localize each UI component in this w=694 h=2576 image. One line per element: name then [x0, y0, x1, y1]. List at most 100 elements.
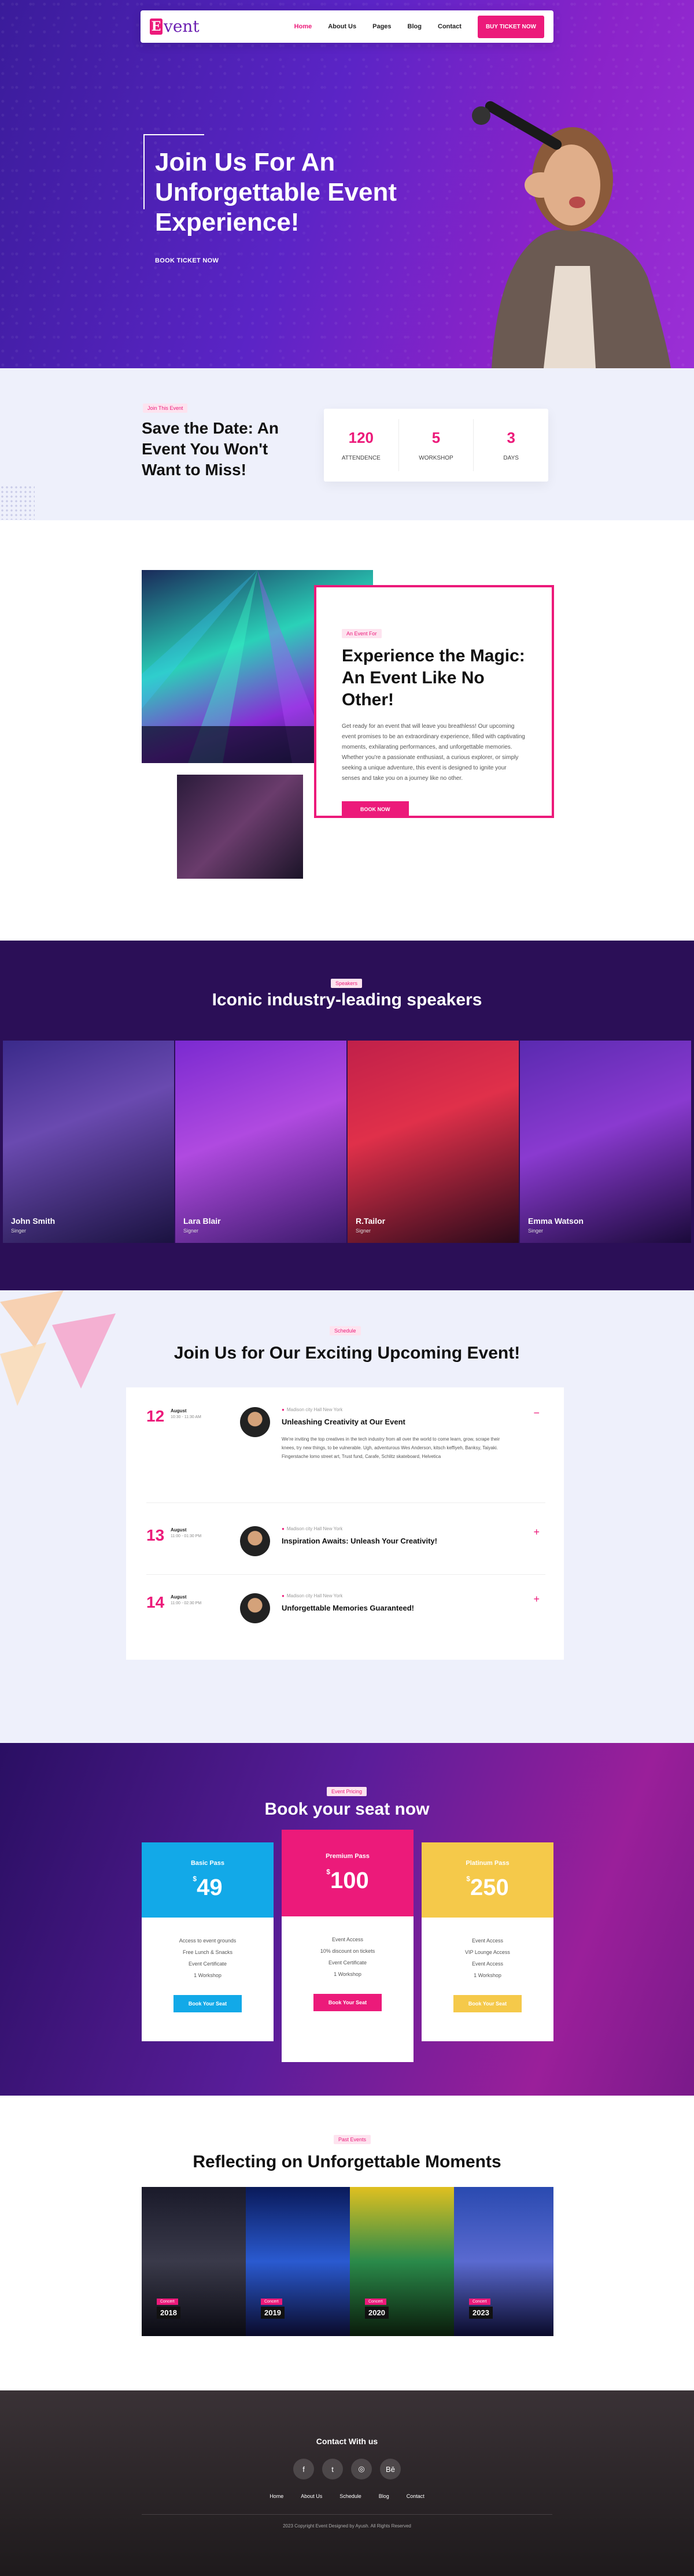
- schedule-item[interactable]: 12 August 10:30 - 11:30 AM Madison city …: [146, 1407, 545, 1503]
- speaker-card[interactable]: John Smith Singer: [3, 1041, 174, 1243]
- schedule-item[interactable]: 13 August 11:00 - 01:30 PM Madison city …: [146, 1526, 545, 1575]
- conference-image: [177, 775, 303, 879]
- book-now-button[interactable]: BOOK NOW: [342, 801, 409, 817]
- speaker-card[interactable]: Emma Watson Singer: [520, 1041, 691, 1243]
- gallery-year: 2018: [157, 2307, 180, 2319]
- speakers-title: Iconic industry-leading speakers: [212, 990, 482, 1009]
- plan-name: Basic Pass: [190, 1859, 225, 1867]
- speaker-role: Signer: [356, 1228, 371, 1234]
- gallery-year: 2019: [261, 2307, 285, 2319]
- speaker-card[interactable]: R.Tailor Signer: [348, 1041, 519, 1243]
- nav-about-us[interactable]: About Us: [328, 23, 356, 30]
- nav-blog[interactable]: Blog: [408, 23, 422, 30]
- price-amount: 100: [330, 1867, 369, 1893]
- schedule-item[interactable]: 14 August 11:00 - 02:30 PM Madison city …: [146, 1593, 545, 1642]
- dribbble-icon[interactable]: ◎: [351, 2459, 372, 2479]
- pricing-card-premium: Premium Pass $100 Event Access 10% disco…: [282, 1830, 414, 2062]
- footer-title: Contact With us: [316, 2437, 378, 2446]
- site-header: E vent Home About Us Pages Blog Contact …: [141, 10, 553, 43]
- plan-feature: 1 Workshop: [334, 1971, 361, 1977]
- gallery-category: Concert: [157, 2299, 178, 2305]
- event-location: Madison city Hall New York: [282, 1593, 342, 1598]
- logo-wordmark: vent: [164, 17, 200, 36]
- plan-feature: 1 Workshop: [194, 1972, 222, 1978]
- speaker-avatar: [240, 1593, 270, 1623]
- price-amount: 250: [470, 1874, 509, 1900]
- about-tag: An Event For: [342, 629, 382, 638]
- facebook-icon[interactable]: f: [293, 2459, 314, 2479]
- speaker-role: Singer: [528, 1228, 544, 1234]
- plan-feature: Access to event grounds: [179, 1938, 237, 1944]
- footer-divider: [142, 2514, 552, 2515]
- behance-icon[interactable]: Bē: [380, 2459, 401, 2479]
- stat-label: DAYS: [503, 455, 519, 461]
- event-description: We're inviting the top creatives in the …: [282, 1437, 500, 1459]
- hero-singer-image: [472, 101, 671, 368]
- dot-pattern-decoration: [0, 485, 35, 520]
- nav-contact[interactable]: Contact: [438, 23, 462, 30]
- stats-tag: Join This Event: [143, 404, 188, 413]
- site-logo[interactable]: E vent: [150, 18, 200, 35]
- copyright-text: 2023 Copyright Event Designed by Ayush. …: [283, 2523, 411, 2529]
- expand-icon[interactable]: +: [533, 1593, 540, 1605]
- event-location: Madison city Hall New York: [282, 1526, 342, 1531]
- nav-home[interactable]: Home: [294, 23, 312, 30]
- stat-attendence: 120 ATTENDENCE: [324, 419, 399, 471]
- price-amount: 49: [197, 1874, 223, 1900]
- speakers-section: Speakers Iconic industry-leading speaker…: [0, 941, 694, 1290]
- speaker-name: Emma Watson: [528, 1216, 584, 1226]
- schedule-card: 12 August 10:30 - 11:30 AM Madison city …: [126, 1387, 564, 1660]
- plan-price: $250: [466, 1875, 508, 1901]
- event-month: August: [171, 1408, 187, 1413]
- buy-ticket-button[interactable]: BUY TICKET NOW: [477, 15, 544, 38]
- gallery-item[interactable]: Concert 2020: [350, 2187, 454, 2336]
- plan-feature: Event Access: [471, 1938, 504, 1944]
- footer-link-home[interactable]: Home: [270, 2493, 283, 2499]
- footer-link-about-us[interactable]: About Us: [301, 2493, 322, 2499]
- expand-icon[interactable]: +: [533, 1526, 540, 1538]
- gallery-item[interactable]: Concert 2019: [246, 2187, 350, 2336]
- plan-feature: Event Access: [471, 1961, 504, 1967]
- book-ticket-button[interactable]: BOOK TICKET NOW: [155, 257, 219, 264]
- stat-value: 5: [431, 429, 441, 446]
- gallery-category: Concert: [261, 2299, 282, 2305]
- stats-title: Save the Date: An Event You Won't Want t…: [142, 419, 279, 479]
- gallery-item[interactable]: Concert 2023: [454, 2187, 553, 2336]
- about-title: Experience the Magic: An Event Like No O…: [342, 646, 525, 709]
- speaker-card[interactable]: Lara Blair Signer: [175, 1041, 346, 1243]
- speaker-name: R.Tailor: [356, 1216, 386, 1226]
- book-seat-button[interactable]: Book Your Seat: [313, 1994, 382, 2011]
- event-title: Inspiration Awaits: Unleash Your Creativ…: [282, 1537, 437, 1545]
- book-seat-button[interactable]: Book Your Seat: [453, 1995, 522, 2012]
- pricing-title: Book your seat now: [264, 1800, 430, 1819]
- event-time: 11:00 - 01:30 PM: [171, 1534, 202, 1538]
- book-seat-button[interactable]: Book Your Seat: [173, 1995, 242, 2012]
- plan-feature: Event Access: [331, 1937, 364, 1942]
- gallery-category: Concert: [469, 2299, 490, 2305]
- schedule-tag: Schedule: [330, 1326, 361, 1335]
- speaker-role: Singer: [11, 1228, 27, 1234]
- footer-link-contact[interactable]: Contact: [407, 2493, 424, 2499]
- nav-pages[interactable]: Pages: [372, 23, 391, 30]
- gallery-item[interactable]: Concert 2018: [142, 2187, 246, 2336]
- social-links: f t ◎ Bē: [0, 2459, 694, 2479]
- gallery-year: 2023: [469, 2307, 493, 2319]
- event-title: Unleashing Creativity at Our Event: [282, 1417, 405, 1426]
- plan-name: Platinum Pass: [466, 1859, 510, 1867]
- footer-link-schedule[interactable]: Schedule: [339, 2493, 361, 2499]
- event-day: 14: [146, 1593, 165, 1611]
- stat-value: 3: [507, 429, 515, 446]
- gallery-year: 2020: [365, 2307, 389, 2319]
- schedule-title: Join Us for Our Exciting Upcoming Event!: [174, 1343, 520, 1363]
- collapse-icon[interactable]: −: [533, 1407, 540, 1419]
- pricing-card-header: Platinum Pass $250: [422, 1842, 553, 1918]
- twitter-icon[interactable]: t: [322, 2459, 343, 2479]
- plan-price: $49: [193, 1875, 222, 1901]
- pricing-card-basic: Basic Pass $49 Access to event grounds F…: [142, 1842, 274, 2041]
- schedule-section: Schedule Join Us for Our Exciting Upcomi…: [0, 1290, 694, 1743]
- logo-mark: E: [150, 18, 163, 35]
- speaker-name: John Smith: [11, 1216, 56, 1226]
- hero-section: Join Us For An Unforgettable Event Exper…: [0, 0, 694, 368]
- footer-link-blog[interactable]: Blog: [379, 2493, 389, 2499]
- gallery-tag: Past Events: [334, 2135, 371, 2144]
